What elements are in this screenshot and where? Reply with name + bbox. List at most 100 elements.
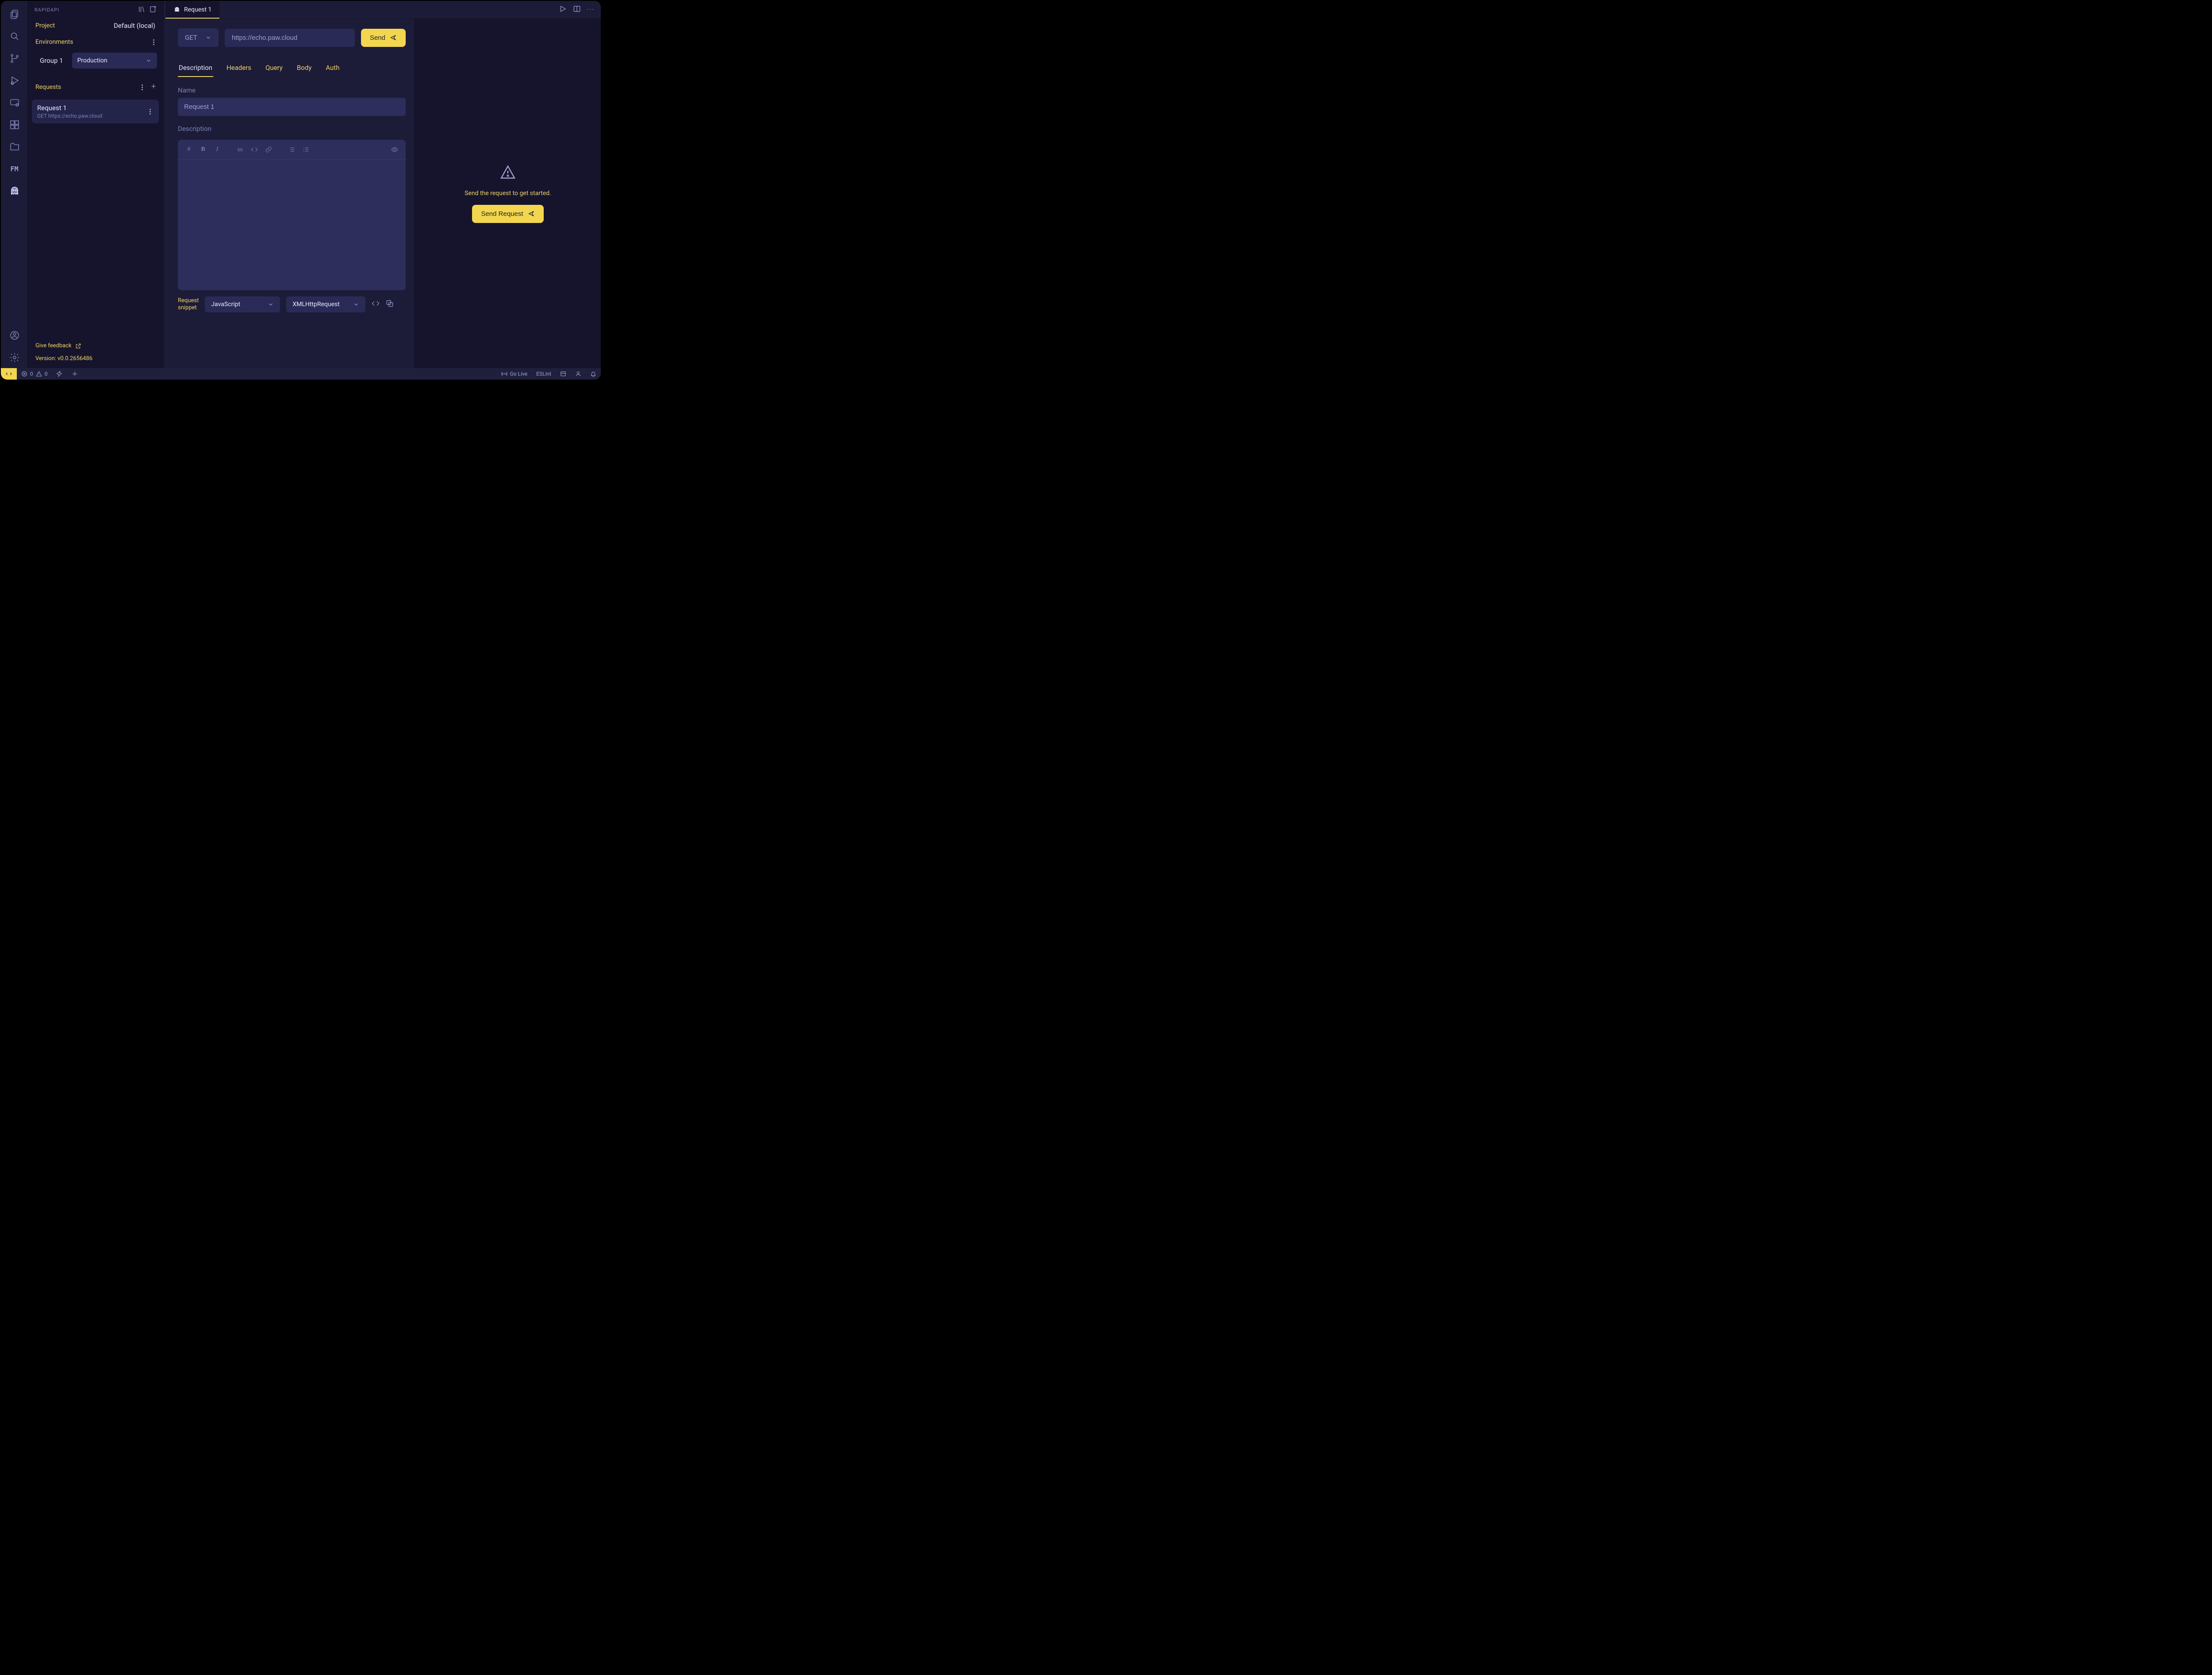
version-text: Version: v0.0.2656486 (35, 355, 155, 362)
status-person-icon[interactable] (571, 368, 586, 380)
remote-explorer-icon[interactable] (4, 92, 25, 113)
description-textarea[interactable] (178, 160, 406, 290)
code-icon[interactable] (372, 300, 380, 309)
notifications-icon[interactable] (586, 368, 601, 380)
copy-icon[interactable] (386, 300, 394, 309)
name-input[interactable] (178, 98, 406, 116)
send-icon (390, 34, 397, 41)
add-request-icon[interactable] (150, 83, 157, 92)
subtab-headers[interactable]: Headers (226, 60, 252, 77)
send-request-button[interactable]: Send Request (472, 205, 543, 223)
environment-group-row: Group 1 Production (27, 50, 163, 73)
group-label[interactable]: Group 1 (35, 54, 68, 67)
editor-area: Request 1 ··· GET (164, 1, 601, 368)
library-icon[interactable] (138, 5, 146, 15)
status-debug-icon[interactable] (52, 368, 67, 380)
go-live-button[interactable]: Go Live (497, 368, 532, 380)
status-target-icon[interactable] (67, 368, 82, 380)
snippet-library-select[interactable]: XMLHttpRequest (286, 296, 365, 312)
environments-menu-icon[interactable] (150, 38, 157, 46)
warnings-count: 0 (45, 371, 48, 377)
status-bar: 0 0 Go Live ESLint (1, 368, 601, 380)
run-debug-icon[interactable] (4, 70, 25, 91)
editor-actions: ··· (559, 5, 601, 15)
errors-count: 0 (30, 371, 33, 377)
warning-icon (500, 164, 516, 182)
code-icon[interactable] (249, 144, 260, 155)
environment-selected: Production (77, 57, 108, 64)
account-icon[interactable] (4, 325, 25, 346)
chevron-down-icon (268, 301, 274, 307)
rapidapi-panel: RAPIDAPI Project Default (local) Environ… (27, 1, 164, 368)
method-value: GET (185, 34, 197, 42)
ghost-icon (173, 6, 180, 13)
project-row[interactable]: Project Default (local) (27, 18, 163, 36)
url-row: GET Send (178, 28, 406, 47)
name-label: Name (178, 86, 406, 94)
status-layout-icon[interactable] (556, 368, 571, 380)
tabs-row: Request 1 ··· (164, 1, 601, 19)
panel-header: RAPIDAPI (27, 1, 163, 18)
link-icon[interactable] (263, 144, 274, 155)
preview-icon[interactable] (389, 144, 400, 155)
subtab-auth[interactable]: Auth (325, 60, 340, 77)
quote-icon[interactable]: 66 (234, 144, 246, 155)
snippet-label: Request snippet (178, 297, 199, 311)
ordered-list-icon[interactable] (300, 144, 311, 155)
split-editor-icon[interactable] (573, 5, 581, 15)
app-root: FM RAPIDAPI Project Def (0, 0, 602, 380)
git-branch-icon[interactable] (4, 48, 25, 69)
environments-section: Environments (27, 36, 163, 50)
rapidapi-ghost-icon[interactable] (4, 181, 25, 202)
unordered-list-icon[interactable] (286, 144, 297, 155)
activity-bar: FM (1, 1, 27, 368)
send-button[interactable]: Send (361, 29, 406, 47)
description-label: Description (178, 125, 406, 133)
requests-section: Requests (27, 80, 163, 96)
request-item[interactable]: Request 1 GET https://echo.paw.cloud (32, 100, 159, 123)
folder-icon[interactable] (4, 136, 25, 158)
project-label: Project (35, 22, 55, 29)
fm-icon[interactable]: FM (4, 158, 25, 180)
request-item-subtitle: GET https://echo.paw.cloud (37, 113, 102, 119)
subtab-query[interactable]: Query (265, 60, 284, 77)
more-actions-icon[interactable]: ··· (587, 6, 595, 13)
snippet-row: Request snippet JavaScript XMLHttpReques… (178, 296, 406, 314)
panel-footer: Give feedback Version: v0.0.2656486 (27, 338, 163, 368)
requests-list: Request 1 GET https://echo.paw.cloud (27, 96, 163, 125)
project-value: Default (local) (114, 22, 155, 30)
give-feedback-link[interactable]: Give feedback (35, 342, 155, 349)
environment-select[interactable]: Production (72, 53, 157, 69)
search-icon[interactable] (4, 26, 25, 47)
problems-indicator[interactable]: 0 0 (17, 368, 52, 380)
url-input[interactable] (225, 29, 355, 47)
tab-label: Request 1 (184, 6, 211, 13)
response-message: Send the request to get started. (465, 190, 551, 197)
extensions-icon[interactable] (4, 114, 25, 135)
new-request-icon[interactable] (149, 5, 157, 15)
description-toolbar: # B I 66 (178, 140, 406, 160)
work-area: GET Send Description Headers Query (164, 19, 601, 368)
request-item-menu-icon[interactable] (146, 108, 154, 115)
chevron-down-icon (205, 35, 211, 41)
description-editor: # B I 66 (178, 140, 406, 290)
response-panel: Send the request to get started. Send Re… (415, 19, 601, 368)
subtab-body[interactable]: Body (296, 60, 312, 77)
send-icon (528, 210, 535, 217)
remote-indicator[interactable] (1, 368, 17, 380)
method-select[interactable]: GET (178, 28, 219, 47)
files-icon[interactable] (4, 4, 25, 25)
eslint-indicator[interactable]: ESLint (532, 368, 556, 380)
snippet-language-select[interactable]: JavaScript (205, 296, 280, 312)
subtab-description[interactable]: Description (178, 60, 213, 77)
bold-icon[interactable]: B (197, 144, 209, 155)
main-area: FM RAPIDAPI Project Def (1, 1, 601, 368)
heading-icon[interactable]: # (183, 144, 195, 155)
run-icon[interactable] (559, 5, 567, 15)
italic-icon[interactable]: I (211, 144, 223, 155)
requests-label: Requests (35, 84, 61, 91)
settings-gear-icon[interactable] (4, 347, 25, 368)
tab-request-1[interactable]: Request 1 (165, 1, 219, 19)
panel-title: RAPIDAPI (35, 7, 59, 13)
requests-menu-icon[interactable] (138, 84, 146, 91)
